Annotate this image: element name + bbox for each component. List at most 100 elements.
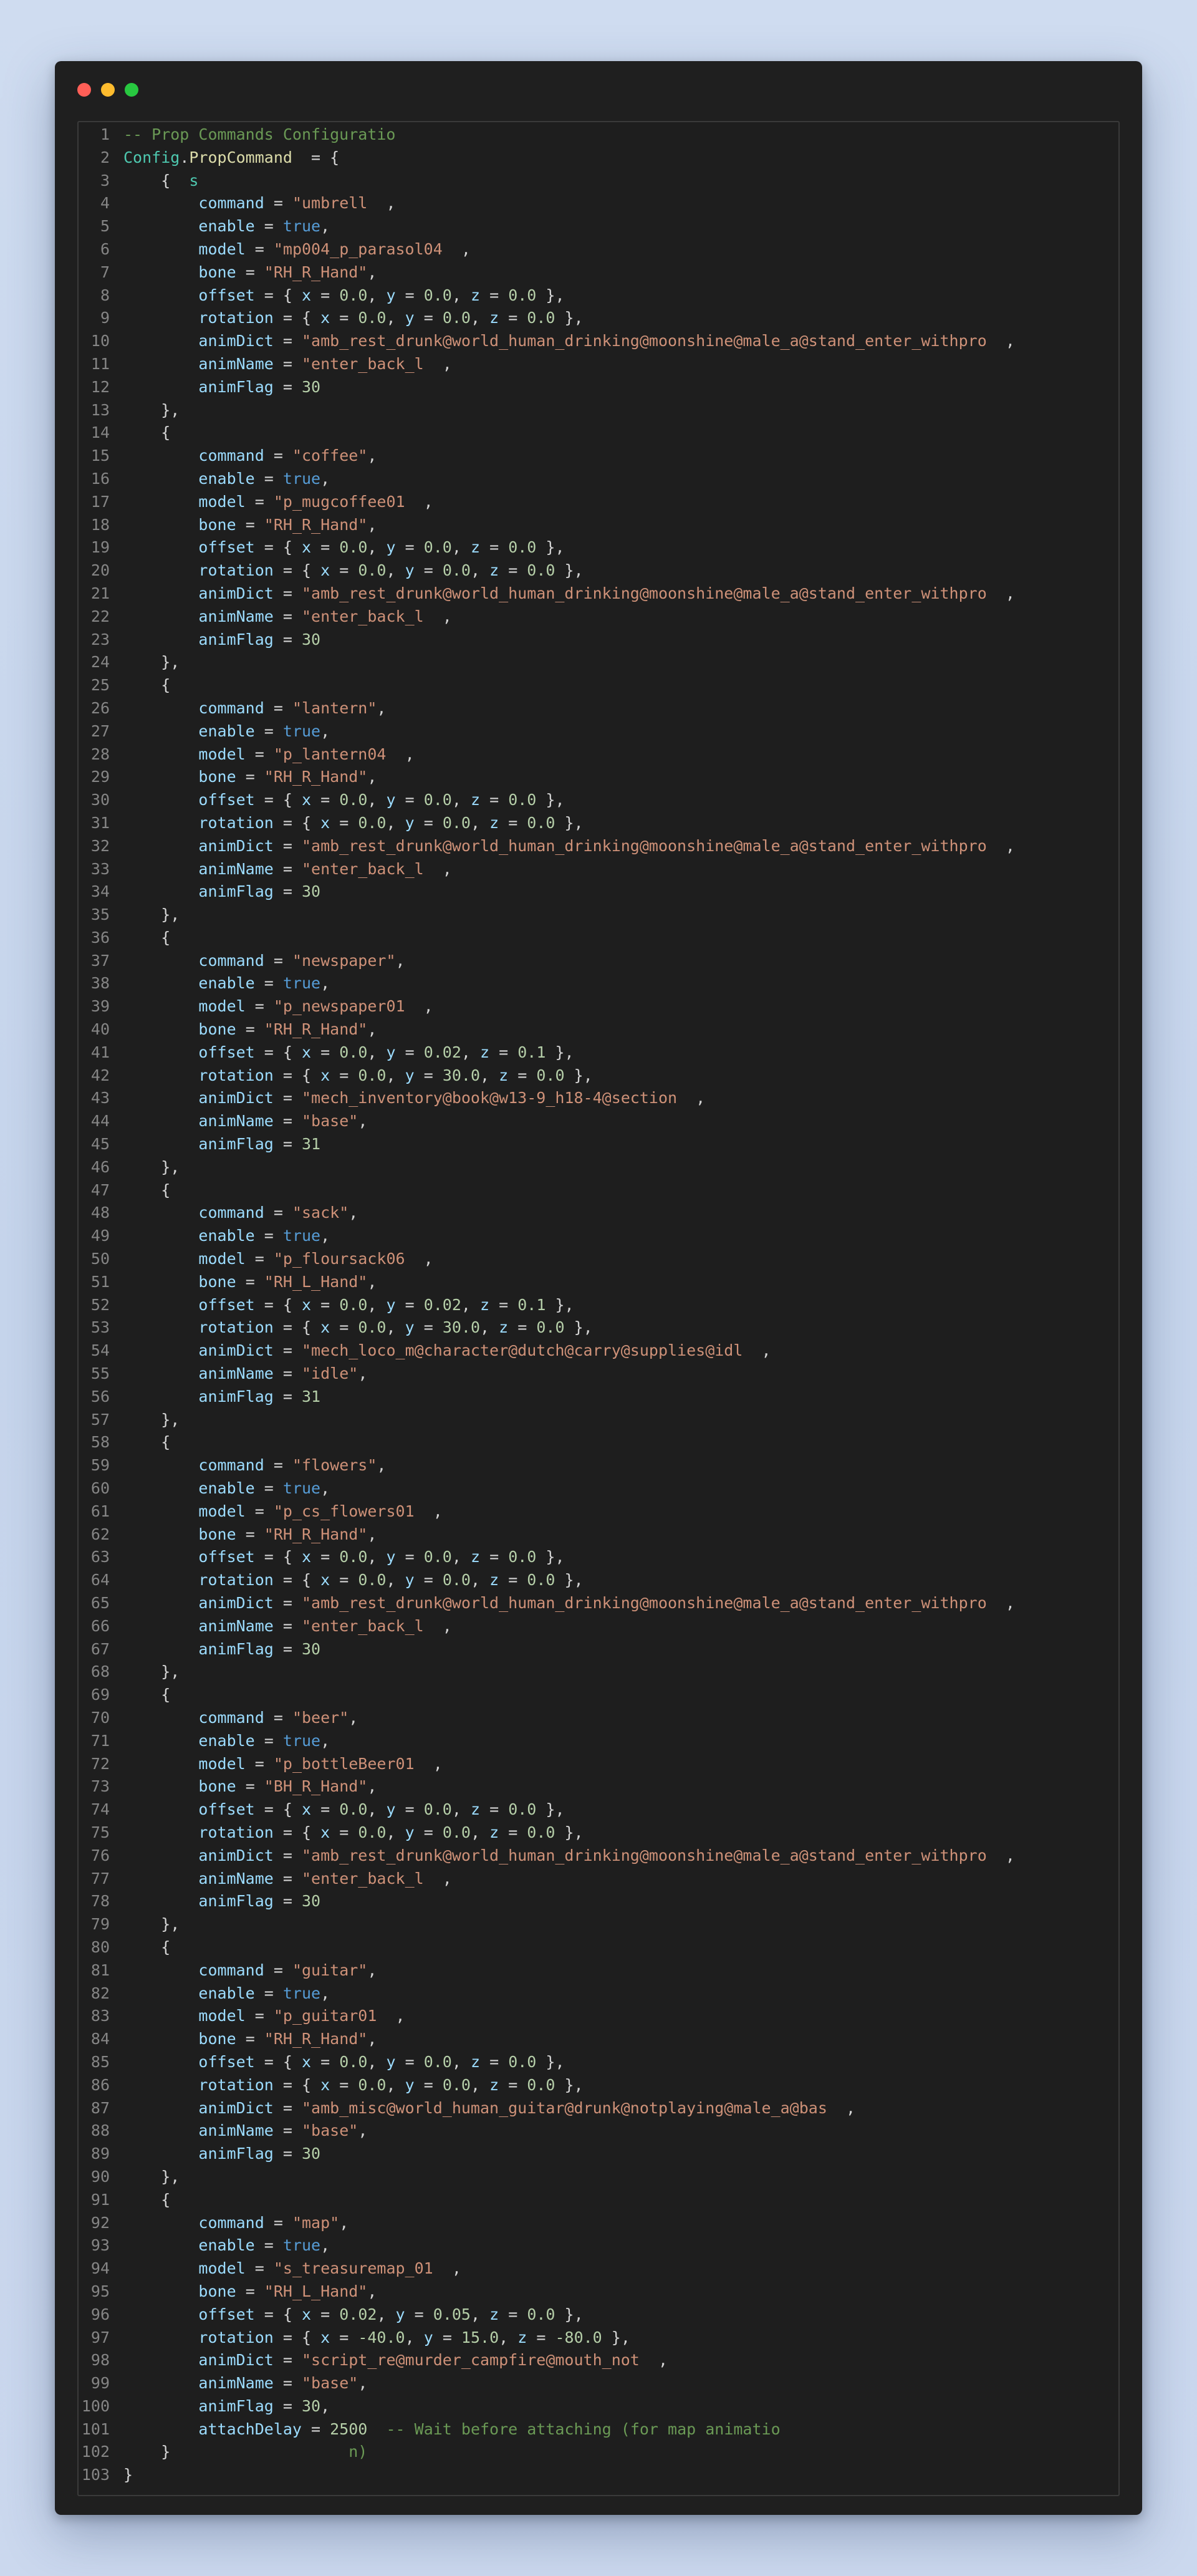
code-line: 23 animFlag = 30 <box>79 629 1118 652</box>
code-token: "amb_misc@world_human_guitar@drunk@notpl… <box>302 2098 846 2117</box>
code-line: 42 rotation = { x = 0.0, y = 30.0, z = 0… <box>79 1064 1118 1088</box>
code-line: 10 animDict = "amb_rest_drunk@world_huma… <box>79 330 1118 353</box>
line-number: 71 <box>90 1731 110 1750</box>
code-line: 84 bone = "RH_R_Hand", <box>79 2028 1118 2051</box>
code-token: model <box>198 2007 246 2025</box>
code-line: 98 animDict = "script_re@murder_campfire… <box>79 2349 1118 2372</box>
maximize-window-button[interactable] <box>125 83 138 97</box>
line-text: enable = true, <box>123 1730 330 1753</box>
code-token: "enter_back_l <box>302 859 443 878</box>
code-editor[interactable]: 1 -- Prop Commands Configuratio 2 Config.Pr… <box>77 121 1120 2496</box>
code-line: 92 command = "map", <box>79 2212 1118 2235</box>
code-token: 0.0 <box>339 791 368 809</box>
code-line: 55 animName = "idle", <box>79 1363 1118 1386</box>
line-number: 10 <box>90 332 110 350</box>
code-token: "enter_back_l <box>302 1616 443 1635</box>
code-token: = <box>264 194 292 213</box>
code-token: model <box>198 997 246 1016</box>
code-token: true <box>282 217 321 236</box>
line-text: animName = "enter_back_l , <box>123 858 451 881</box>
code-token: = { <box>254 538 302 557</box>
line-text: rotation = { x = 0.0, y = 30.0, z = 0.0 … <box>123 1064 592 1088</box>
code-token: = <box>273 859 302 878</box>
code-token: true <box>282 469 321 488</box>
code-token: , <box>386 309 405 327</box>
code-token: "base" <box>302 1112 358 1131</box>
code-token: = <box>330 2075 358 2094</box>
code-line: 17 model = "p_mugcoffee01 , <box>79 491 1118 514</box>
line-text: offset = { x = 0.0, y = 0.0, z = 0.0 }, <box>123 536 564 559</box>
code-line: 66 animName = "enter_back_l , <box>79 1615 1118 1638</box>
line-number: 6 <box>100 239 110 258</box>
code-line: 33 animName = "enter_back_l , <box>79 858 1118 881</box>
code-token: animFlag <box>198 882 274 901</box>
code-token: , <box>442 354 452 373</box>
code-line: 40 bone = "RH_R_Hand", <box>79 1018 1118 1041</box>
line-text: model = "s_treasuremap_01 , <box>123 2257 461 2280</box>
code-token: "idle" <box>302 1364 358 1383</box>
line-text: model = "p_guitar01 , <box>123 2005 405 2028</box>
code-token: "p_guitar01 <box>273 2007 396 2025</box>
code-token: , <box>367 446 377 465</box>
code-token: }, <box>536 791 565 809</box>
code-token: 0.0 <box>358 1823 387 1841</box>
line-text: enable = true, <box>123 1225 330 1248</box>
line-number: 84 <box>90 2030 110 2048</box>
line-number: 51 <box>90 1272 110 1291</box>
code-token: = { <box>254 1295 302 1314</box>
line-number: 35 <box>90 905 110 924</box>
line-number: 16 <box>90 469 110 488</box>
line-text: command = "umbrell , <box>123 192 395 215</box>
code-token: }, <box>536 1548 565 1566</box>
code-token: y <box>405 561 415 580</box>
code-token: = <box>236 2030 264 2048</box>
code-token: , <box>423 492 433 511</box>
code-token: = { <box>273 1066 321 1084</box>
line-text: offset = { x = 0.0, y = 0.0, z = 0.0 }, <box>123 284 564 307</box>
line-text: animName = "enter_back_l , <box>123 1868 451 1891</box>
code-token: = <box>273 630 302 649</box>
code-token: = <box>245 1250 274 1268</box>
line-text: { <box>123 2189 170 2212</box>
line-number: 28 <box>90 745 110 763</box>
line-number: 77 <box>90 1869 110 1888</box>
code-token: "RH_R_Hand" <box>264 263 368 281</box>
code-token: = <box>273 354 302 373</box>
code-token: command <box>198 1708 264 1727</box>
line-text: offset = { x = 0.0, y = 0.02, z = 0.1 }, <box>123 1294 574 1317</box>
code-line: 91 { <box>79 2189 1118 2212</box>
code-token: { <box>123 928 171 947</box>
code-line: 97 rotation = { x = -40.0, y = 15.0, z =… <box>79 2327 1118 2350</box>
code-line: 102 } n) <box>79 2441 1118 2464</box>
minimize-window-button[interactable] <box>101 83 115 97</box>
line-number: 63 <box>90 1548 110 1566</box>
code-token: x <box>320 1318 330 1337</box>
code-token: 30 <box>302 630 321 649</box>
code-token: command <box>198 951 264 970</box>
code-token: command <box>198 1204 264 1222</box>
line-number: 90 <box>90 2167 110 2186</box>
code-token: = <box>414 1066 443 1084</box>
line-text: animFlag = 31 <box>123 1133 320 1156</box>
code-line: 59 command = "flowers", <box>79 1454 1118 1477</box>
code-token: = <box>245 745 274 763</box>
code-token: , <box>499 2328 518 2347</box>
line-text: bone = "RH_R_Hand", <box>123 514 377 537</box>
code-line: 56 animFlag = 31 <box>79 1386 1118 1409</box>
code-token: = <box>499 2305 527 2323</box>
code-token: , <box>433 1502 443 1520</box>
line-number: 53 <box>90 1318 110 1337</box>
close-window-button[interactable] <box>77 83 91 97</box>
code-token: = <box>273 1135 302 1154</box>
code-token: }, <box>555 2305 584 2323</box>
code-token: { <box>123 2190 171 2209</box>
